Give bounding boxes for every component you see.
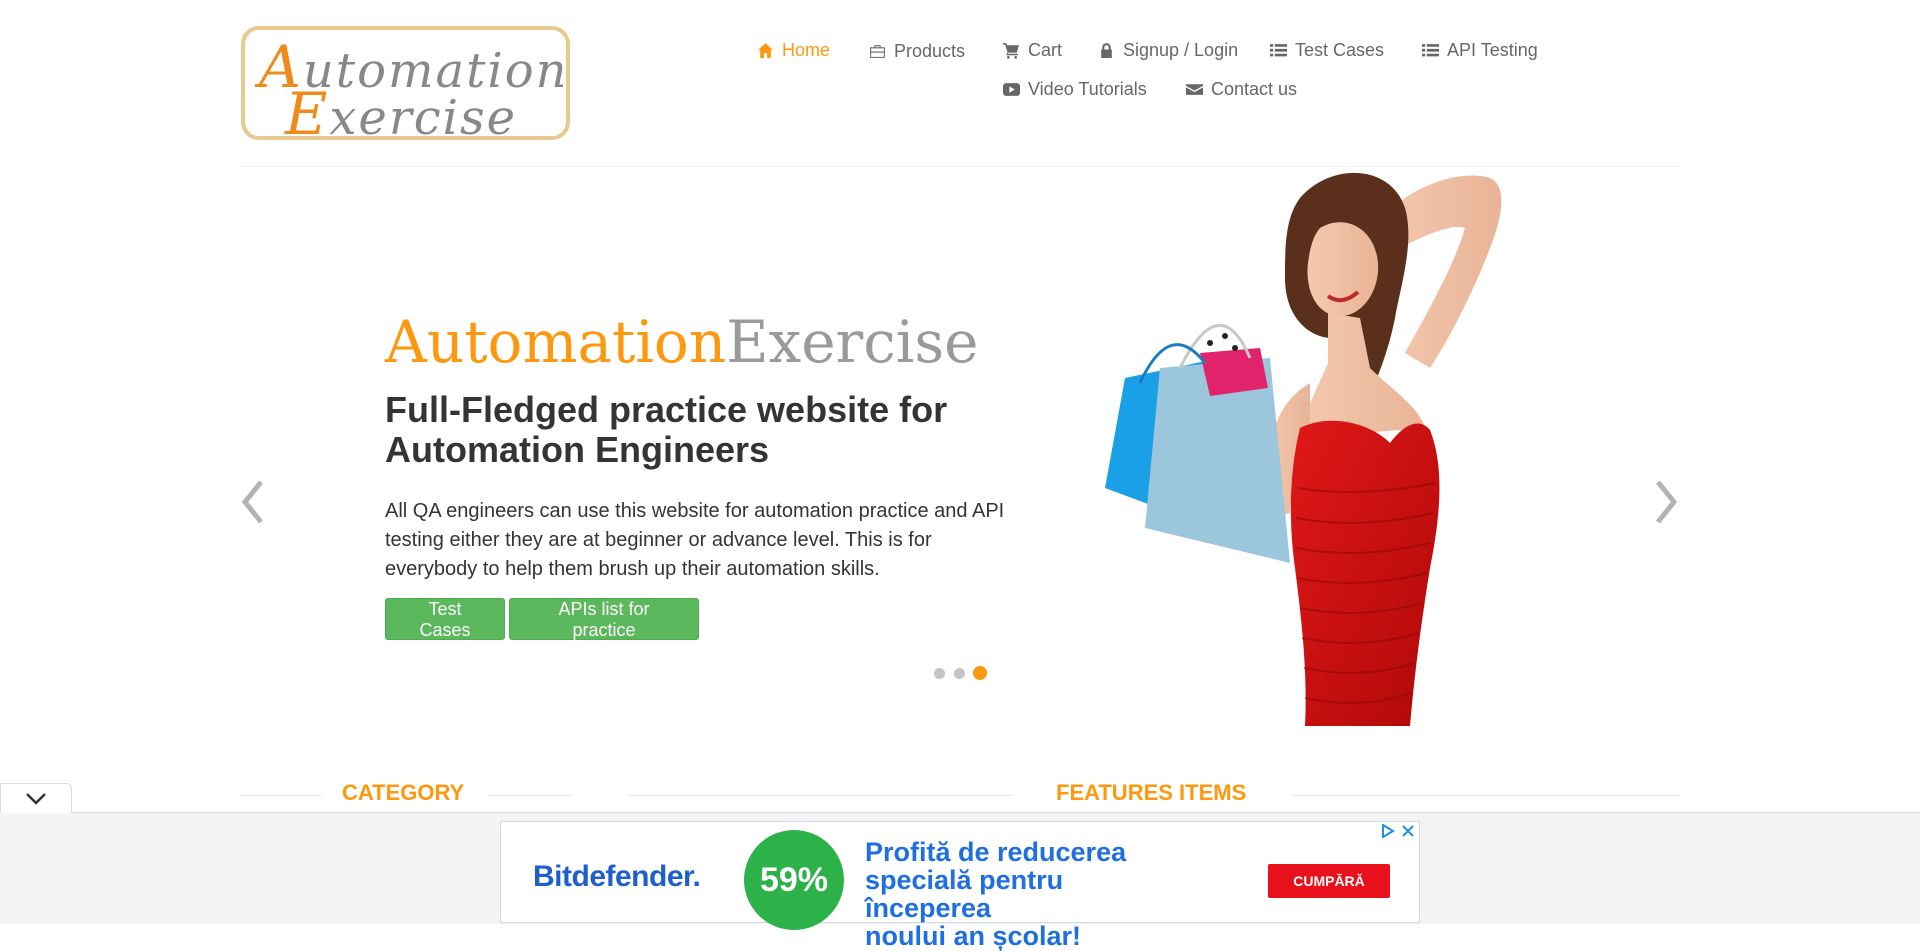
nav-signup-login[interactable]: Signup / Login	[1098, 40, 1238, 61]
slider-indicator-3[interactable]	[973, 666, 987, 680]
logo-line-2: Exercise	[285, 80, 518, 148]
ad-buy-button[interactable]: CUMPĂRĂ	[1268, 864, 1390, 898]
list-icon	[1270, 44, 1287, 57]
chevron-down-icon	[26, 792, 46, 805]
features-divider-right	[1292, 795, 1680, 796]
ad-close-icon[interactable]	[1401, 824, 1415, 843]
chevron-right-icon	[1656, 480, 1678, 524]
slide-brand-title: AutomationExercise	[385, 308, 979, 376]
slider-prev-button[interactable]	[233, 472, 273, 532]
apis-list-button[interactable]: APIs list for practice	[509, 598, 699, 640]
hero-image	[1105, 172, 1502, 726]
slider-next-button[interactable]	[1646, 472, 1686, 532]
lock-icon	[1101, 43, 1112, 58]
slide-description: All QA engineers can use this website fo…	[385, 500, 1005, 580]
list-icon	[1422, 44, 1439, 57]
features-items-title: FEATURES ITEMS	[1056, 780, 1247, 805]
category-divider-left	[240, 795, 322, 796]
cart-icon	[1003, 43, 1019, 59]
features-divider-left	[628, 795, 1013, 796]
chevron-left-icon	[241, 480, 263, 524]
nav-cart[interactable]: Cart	[1003, 40, 1062, 61]
nav-contact-us[interactable]: Contact us	[1186, 79, 1297, 100]
slide-heading: Full-Fledged practice website for Automa…	[385, 389, 948, 470]
nav-video-tutorials[interactable]: Video Tutorials	[1003, 79, 1147, 100]
nav-api-testing[interactable]: API Testing	[1422, 40, 1538, 61]
ad-collapse-button[interactable]	[0, 783, 72, 813]
category-divider-right	[488, 795, 572, 796]
nav-products[interactable]: Products	[869, 41, 965, 62]
nav-test-cases[interactable]: Test Cases	[1270, 40, 1384, 61]
ad-headline: Profită de reducerea specială pentru înc…	[865, 837, 1127, 951]
category-title: CATEGORY	[342, 780, 465, 805]
site-logo[interactable]: Automation Exercise	[241, 26, 570, 148]
youtube-icon	[1003, 83, 1020, 96]
ad-discount-badge: 59%	[744, 830, 844, 930]
ad-brand-logo: Bitdefender.	[533, 860, 701, 893]
slider-indicator-2[interactable]	[954, 668, 965, 679]
test-cases-button[interactable]: Test Cases	[385, 598, 505, 640]
nav-home[interactable]: Home	[757, 40, 830, 61]
slider-indicator-1[interactable]	[934, 668, 945, 679]
briefcase-icon	[870, 45, 885, 58]
home-icon	[758, 43, 773, 58]
bitdefender-ad[interactable]: Bitdefender. 59% Profită de reducerea sp…	[500, 821, 1420, 950]
envelope-icon	[1186, 84, 1203, 95]
header-divider	[240, 166, 1680, 167]
adchoices-icon[interactable]	[1381, 823, 1395, 843]
